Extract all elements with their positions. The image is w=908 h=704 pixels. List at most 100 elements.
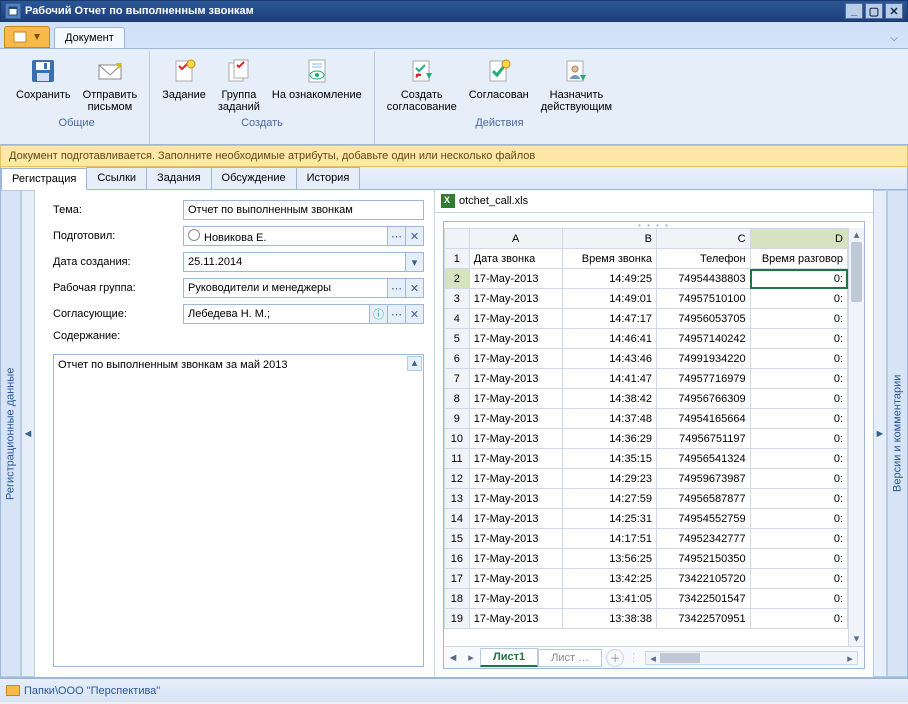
cell[interactable]: 0: <box>750 509 847 529</box>
create-approval-button[interactable]: Создать согласование <box>381 53 463 115</box>
cell[interactable]: 17-May-2013 <box>469 529 562 549</box>
cell[interactable]: 0: <box>750 489 847 509</box>
maximize-button[interactable]: ▢ <box>865 3 883 19</box>
hscroll-left-icon[interactable]: ◂ <box>646 652 660 664</box>
sidebar-registration-data[interactable]: Регистрационные данные <box>1 190 21 677</box>
row-header-14[interactable]: 14 <box>445 509 470 529</box>
select-all-cell[interactable] <box>445 229 470 249</box>
hscroll-right-icon[interactable]: ▸ <box>843 652 857 664</box>
row-header-10[interactable]: 10 <box>445 429 470 449</box>
cell[interactable]: 0: <box>750 589 847 609</box>
col-header-D[interactable]: D <box>750 229 847 249</box>
cell[interactable]: 17-May-2013 <box>469 549 562 569</box>
tab-links[interactable]: Ссылки <box>86 167 147 189</box>
header-cell[interactable]: Телефон <box>657 249 751 269</box>
send-mail-button[interactable]: Отправить письмом <box>77 53 144 115</box>
header-cell[interactable]: Время разговор <box>750 249 847 269</box>
header-cell[interactable]: Дата звонка <box>469 249 562 269</box>
approved-button[interactable]: Согласован <box>463 53 535 115</box>
cell[interactable]: 0: <box>750 349 847 369</box>
cell[interactable]: 13:56:25 <box>562 549 656 569</box>
scroll-up-icon[interactable]: ▴ <box>849 228 864 242</box>
cell[interactable]: 17-May-2013 <box>469 609 562 629</box>
row-header-3[interactable]: 3 <box>445 289 470 309</box>
cell[interactable]: 14:27:59 <box>562 489 656 509</box>
scroll-down-icon[interactable]: ▾ <box>849 632 864 646</box>
approvers-info-button[interactable]: ⓘ <box>370 304 388 324</box>
row-header-8[interactable]: 8 <box>445 389 470 409</box>
cell[interactable]: 14:17:51 <box>562 529 656 549</box>
cell[interactable]: 74957510100 <box>657 289 751 309</box>
cell[interactable]: 74959673987 <box>657 469 751 489</box>
cell[interactable]: 17-May-2013 <box>469 349 562 369</box>
cell[interactable]: 73422501547 <box>657 589 751 609</box>
cell[interactable]: 17-May-2013 <box>469 329 562 349</box>
sheet-horizontal-scrollbar[interactable]: ◂ ▸ <box>645 651 858 665</box>
row-header-13[interactable]: 13 <box>445 489 470 509</box>
cell[interactable]: 74957140242 <box>657 329 751 349</box>
cell[interactable]: 74954552759 <box>657 509 751 529</box>
cell[interactable]: 13:41:05 <box>562 589 656 609</box>
cell[interactable]: 14:25:31 <box>562 509 656 529</box>
cell[interactable]: 74956541324 <box>657 449 751 469</box>
cell[interactable]: 0: <box>750 329 847 349</box>
cell[interactable]: 74956053705 <box>657 309 751 329</box>
sheet-nav-first[interactable]: ◄ <box>444 652 462 664</box>
cell[interactable]: 14:29:23 <box>562 469 656 489</box>
cell[interactable]: 14:49:01 <box>562 289 656 309</box>
row-header-17[interactable]: 17 <box>445 569 470 589</box>
cell[interactable]: 0: <box>750 389 847 409</box>
cell[interactable]: 17-May-2013 <box>469 389 562 409</box>
cell[interactable]: 17-May-2013 <box>469 309 562 329</box>
row-header-5[interactable]: 5 <box>445 329 470 349</box>
header-cell[interactable]: Время звонка <box>562 249 656 269</box>
cell[interactable]: 17-May-2013 <box>469 569 562 589</box>
tab-history[interactable]: История <box>296 167 361 189</box>
cell[interactable]: 0: <box>750 269 847 289</box>
cell[interactable]: 73422570951 <box>657 609 751 629</box>
row-header-6[interactable]: 6 <box>445 349 470 369</box>
tab-registration[interactable]: Регистрация <box>1 168 87 190</box>
workgroup-clear-button[interactable]: ✕ <box>406 278 424 298</box>
row-header-11[interactable]: 11 <box>445 449 470 469</box>
cell[interactable]: 74954165664 <box>657 409 751 429</box>
col-header-C[interactable]: C <box>657 229 751 249</box>
row-header-12[interactable]: 12 <box>445 469 470 489</box>
cell[interactable]: 14:37:48 <box>562 409 656 429</box>
cell[interactable]: 17-May-2013 <box>469 269 562 289</box>
pane-next-button[interactable]: ► <box>873 190 887 677</box>
topic-input[interactable] <box>183 200 424 220</box>
sheet-tab-2[interactable]: Лист … <box>538 649 602 667</box>
row-header-18[interactable]: 18 <box>445 589 470 609</box>
approvers-lookup-button[interactable]: ⋯ <box>388 304 406 324</box>
cell[interactable]: 17-May-2013 <box>469 449 562 469</box>
cell[interactable]: 17-May-2013 <box>469 589 562 609</box>
cell[interactable]: 74956587877 <box>657 489 751 509</box>
cell[interactable]: 14:35:15 <box>562 449 656 469</box>
col-header-A[interactable]: A <box>469 229 562 249</box>
cell[interactable]: 0: <box>750 609 847 629</box>
cell[interactable]: 14:43:46 <box>562 349 656 369</box>
assign-active-button[interactable]: Назначить действующим <box>535 53 618 115</box>
cell[interactable]: 74952342777 <box>657 529 751 549</box>
spreadsheet-grid[interactable]: ABCD1Дата звонкаВремя звонкаТелефонВремя… <box>444 228 848 629</box>
date-dropdown-button[interactable]: ▾ <box>406 252 424 272</box>
cell[interactable]: 13:38:38 <box>562 609 656 629</box>
cell[interactable]: 0: <box>750 409 847 429</box>
row-header-15[interactable]: 15 <box>445 529 470 549</box>
author-input[interactable]: Новикова Е. <box>183 226 388 246</box>
breadcrumb[interactable]: Папки\ООО "Перспектива" <box>24 685 160 697</box>
close-button[interactable]: ✕ <box>885 3 903 19</box>
cell[interactable]: 73422105720 <box>657 569 751 589</box>
sheet-new-tab-button[interactable]: ＋ <box>606 649 624 667</box>
file-header[interactable]: otchet_call.xls <box>435 190 873 213</box>
ribbon-collapse-icon[interactable]: ⌵ <box>886 29 902 48</box>
save-button[interactable]: Сохранить <box>10 53 77 115</box>
date-input[interactable] <box>183 252 406 272</box>
cell[interactable]: 14:49:25 <box>562 269 656 289</box>
cell[interactable]: 74991934220 <box>657 349 751 369</box>
workgroup-lookup-button[interactable]: ⋯ <box>388 278 406 298</box>
row-header-19[interactable]: 19 <box>445 609 470 629</box>
col-header-B[interactable]: B <box>562 229 656 249</box>
cell[interactable]: 17-May-2013 <box>469 369 562 389</box>
